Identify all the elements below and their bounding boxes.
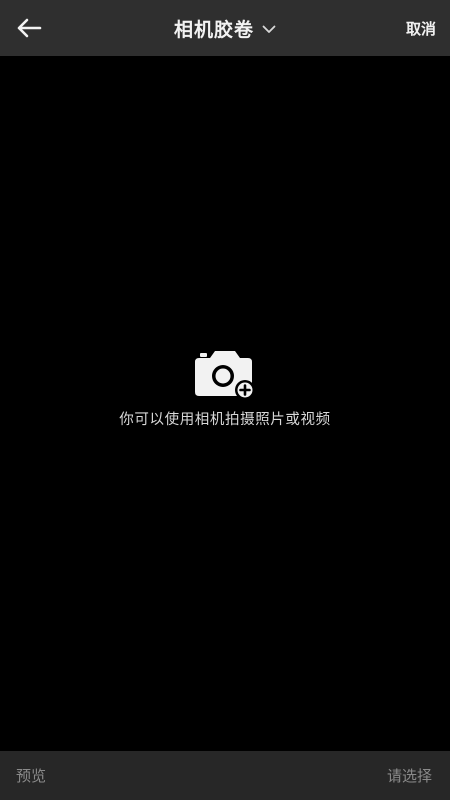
top-bar: 相机胶卷 取消: [0, 0, 450, 56]
select-button[interactable]: 请选择: [387, 765, 432, 786]
camera-add-icon[interactable]: [190, 346, 260, 402]
back-button[interactable]: [12, 11, 46, 45]
arrow-left-icon: [17, 18, 42, 38]
preview-button[interactable]: 预览: [16, 765, 46, 786]
empty-state-message: 你可以使用相机拍摄照片或视频: [119, 412, 331, 428]
cancel-button[interactable]: 取消: [406, 18, 436, 39]
bottom-bar: 预览 请选择: [0, 751, 450, 800]
album-title: 相机胶卷: [173, 18, 255, 41]
chevron-down-icon: [262, 22, 276, 36]
album-selector[interactable]: 相机胶卷: [174, 0, 276, 56]
empty-state: 你可以使用相机拍摄照片或视频: [0, 346, 450, 429]
photo-picker-screen: 相机胶卷 取消 你可以使用相机拍摄照片或视频 预览 请选择: [0, 0, 450, 800]
